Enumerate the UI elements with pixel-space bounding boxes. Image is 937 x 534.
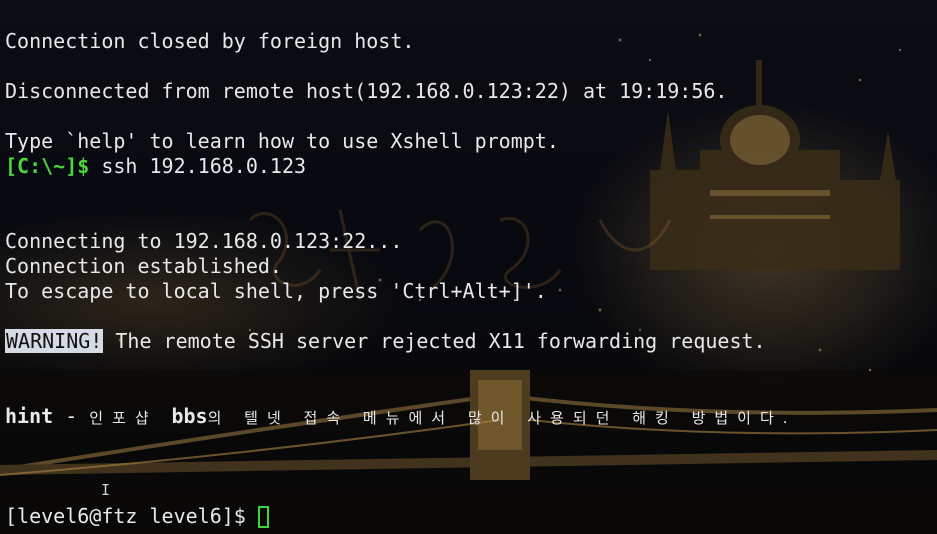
terminal-output[interactable]: Connection closed by foreign host. Disco… [0, 0, 937, 534]
output-line: Connection closed by foreign host. [5, 29, 415, 53]
command-line: [C:\~]$ ssh 192.168.0.123 [5, 154, 306, 179]
hint-korean-2: 의 텔넷 접속 메뉴에서 많이 사용되던 해킹 방법이다. [207, 409, 797, 427]
shell-prompt-line[interactable]: [level6@ftz level6]$ [5, 504, 269, 529]
command-text: ssh 192.168.0.123 [89, 154, 307, 178]
output-line: Connection established. [5, 254, 282, 278]
terminal-window[interactable]: Connection closed by foreign host. Disco… [0, 0, 937, 534]
hint-bbs: bbs [171, 404, 208, 428]
warning-badge: WARNING! [5, 329, 104, 353]
hint-line: hint - 인포샵 bbs의 텔넷 접속 메뉴에서 많이 사용되던 해킹 방법… [5, 404, 797, 429]
output-line: Disconnected from remote host(192.168.0.… [5, 79, 728, 103]
warning-text: The remote SSH server rejected X11 forwa… [103, 329, 766, 353]
ibeam-mouse-cursor-icon: I [101, 481, 111, 499]
output-line: Type `help' to learn how to use Xshell p… [5, 129, 559, 153]
output-line: Connecting to 192.168.0.123:22... [5, 229, 403, 253]
text-cursor [257, 506, 269, 528]
output-line: To escape to local shell, press 'Ctrl+Al… [5, 279, 547, 303]
hint-korean-1: 인포샵 [89, 409, 172, 427]
hint-dash: - [53, 404, 90, 428]
warning-line: WARNING! The remote SSH server rejected … [5, 329, 766, 354]
shell-prompt: [level6@ftz level6]$ [5, 504, 258, 528]
hint-label: hint [5, 404, 54, 428]
local-prompt: [C:\~]$ [5, 154, 90, 178]
